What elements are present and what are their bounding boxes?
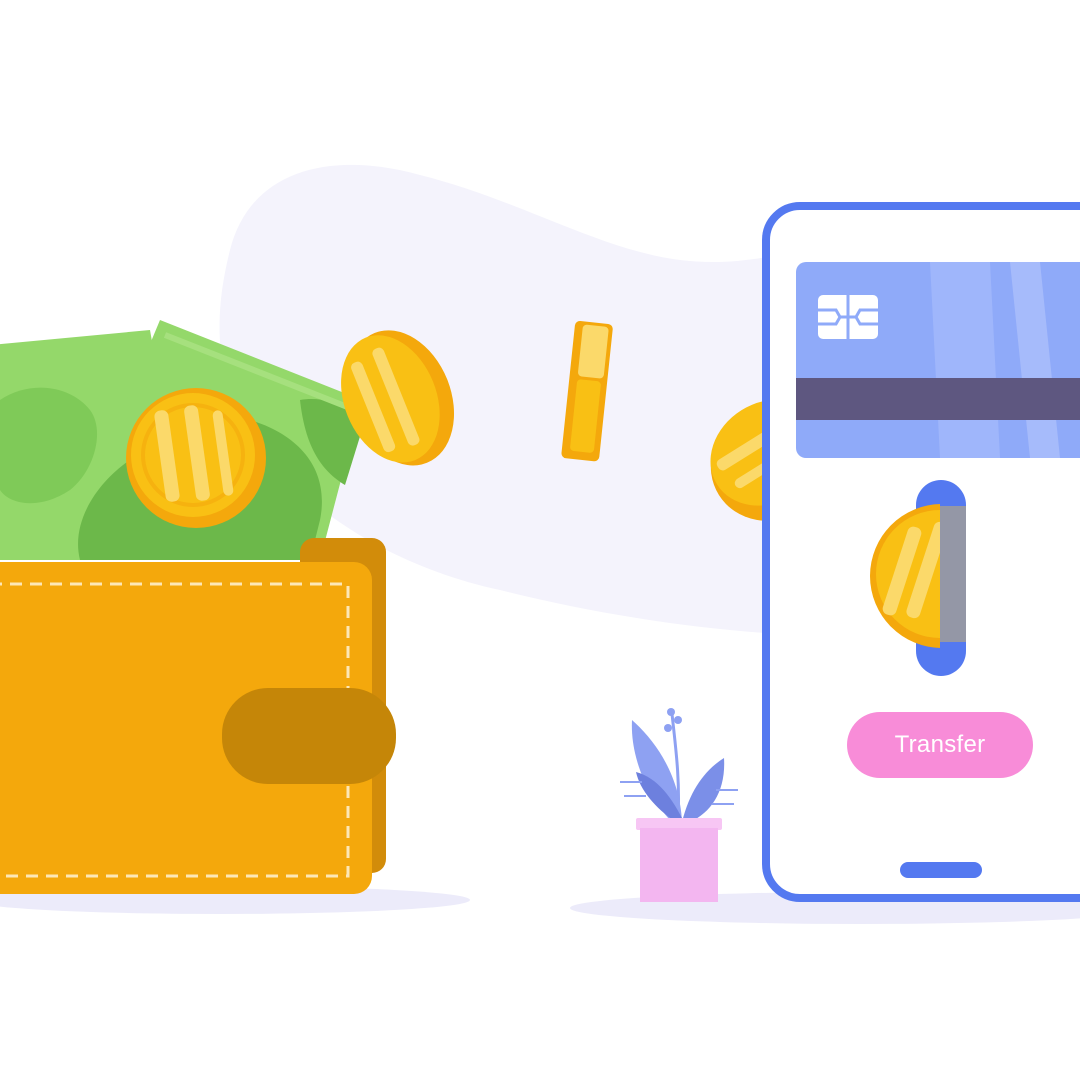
plant-bud [667, 708, 675, 716]
card-stripe [796, 378, 1080, 420]
wallet-icon [0, 538, 396, 894]
smartphone-icon: Transfer [762, 202, 1080, 902]
credit-card-icon [796, 262, 1080, 458]
plant-bud [664, 724, 672, 732]
illustration: Transfer [0, 0, 1080, 1080]
wallet-strap [222, 688, 396, 784]
coin-shine [578, 324, 609, 379]
coin-slot-cover [940, 506, 966, 642]
coin-icon [126, 388, 266, 528]
transfer-button-label[interactable]: Transfer [895, 731, 986, 758]
plant-icon [620, 708, 738, 902]
transfer-button[interactable]: Transfer [847, 712, 1033, 778]
plant-pot [640, 828, 718, 902]
card-gloss [930, 262, 1000, 458]
plant-bud [674, 716, 682, 724]
payment-illustration: Transfer [0, 165, 1080, 924]
home-indicator [900, 862, 982, 878]
chip-icon [818, 295, 878, 339]
